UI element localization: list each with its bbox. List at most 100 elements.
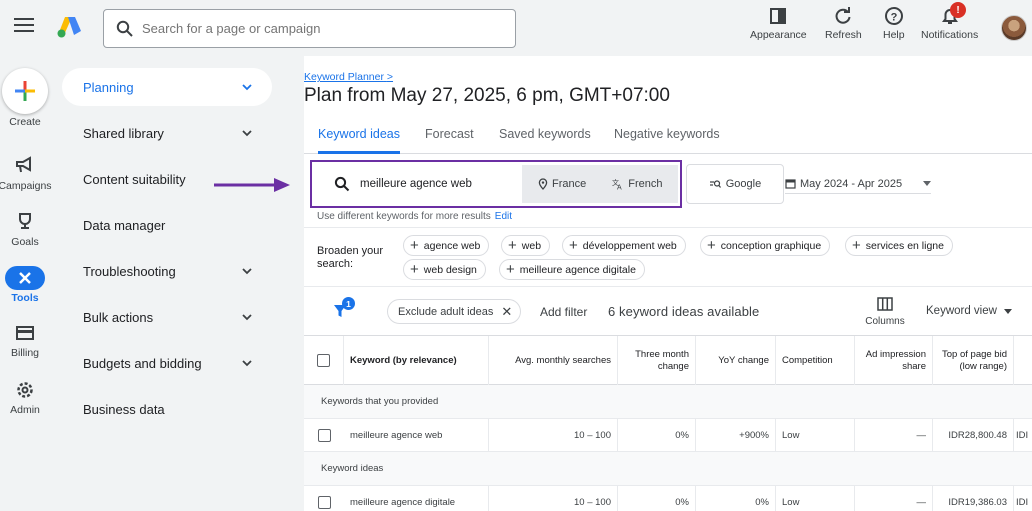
broaden-chip[interactable]: + web [501,235,551,256]
row-checkbox[interactable] [317,495,331,509]
tab-forecast[interactable]: Forecast [425,127,474,154]
google-ads-logo [57,17,81,38]
columns-button[interactable]: Columns [865,297,905,327]
cell-impression: — [855,486,933,511]
rail-billing-label: Billing [10,347,39,359]
nav-item-business-data[interactable]: Business data [62,390,272,428]
tab-keyword-ideas[interactable]: Keyword ideas [318,127,400,154]
tab-bar: Keyword ideas Forecast Saved keywords Ne… [304,120,1032,154]
keyword-view-selector[interactable]: Keyword view [926,305,1012,317]
select-all-checkbox[interactable] [317,354,330,367]
cell-yoy: +900% [696,419,776,451]
rail-item-tools[interactable]: Tools [0,266,50,304]
nav-item-planning[interactable]: Planning [62,68,272,106]
nav-item-label: Business data [83,401,165,417]
cell-bid-high-cut: IDI [1016,496,1029,508]
refresh-label: Refresh [825,29,862,41]
header-avg-searches[interactable]: Avg. monthly searches [489,336,618,385]
cell-three-month: 0% [618,419,696,451]
header-top-bid-low[interactable]: Top of page bid (low range) [933,336,1014,385]
header-competition[interactable]: Competition [776,336,855,385]
nav-item-data-manager[interactable]: Data manager [62,206,272,244]
header-ad-impression-share[interactable]: Ad impression share [855,336,933,385]
nav-item-bulk-actions[interactable]: Bulk actions [62,298,272,336]
help-icon: ? [884,7,903,25]
nav-item-troubleshooting[interactable]: Troubleshooting [62,252,272,290]
tab-saved-keywords[interactable]: Saved keywords [499,127,591,154]
notifications-button[interactable]: Notifications ! [921,2,978,41]
chevron-down-icon [242,84,252,91]
nav-item-label: Planning [83,79,134,95]
highlight-box [310,160,682,208]
plus-icon: + [569,237,578,254]
row-checkbox-cell [304,419,344,451]
breadcrumb-link[interactable]: Keyword Planner [304,71,384,83]
broaden-chip[interactable]: + web design [403,259,486,280]
table-header-row: Keyword (by relevance) Avg. monthly sear… [304,335,1032,385]
tab-negative-keywords[interactable]: Negative keywords [614,127,720,154]
date-range-label: May 2024 - Apr 2025 [800,177,903,190]
cell-avg-searches: 10 – 100 [489,486,618,511]
help-label: Help [883,29,905,41]
help-button[interactable]: ? Help [883,6,905,41]
broaden-chip[interactable]: + conception graphique [700,235,831,256]
cell-competition: Low [776,419,855,451]
nav-item-label: Troubleshooting [83,263,176,279]
plus-icon: + [852,237,861,254]
breadcrumb[interactable]: Keyword Planner > [304,71,393,83]
add-filter-button[interactable]: Add filter [540,305,587,319]
edit-link[interactable]: Edit [495,211,512,222]
broaden-chip[interactable]: + services en ligne [845,235,953,256]
global-search[interactable] [103,9,516,48]
hint-text: Use different keywords for more results [317,211,491,222]
cell-competition: Low [776,486,855,511]
broaden-chip[interactable]: + meilleure agence digitale [499,259,645,280]
header-yoy-change[interactable]: YoY change [696,336,776,385]
rail-item-campaigns[interactable]: Campaigns [0,156,52,192]
trophy-icon [19,213,31,229]
rail-create-label: Create [9,116,41,128]
filter-count-badge: 1 [342,297,355,310]
menu-icon[interactable] [14,18,34,34]
appearance-button[interactable]: Appearance [750,6,807,41]
nav-item-shared-library[interactable]: Shared library [62,114,272,152]
chip-label: Exclude adult ideas [398,305,494,318]
top-bar: Appearance Refresh ? Help Notifications … [0,0,1032,56]
chip-label: conception graphique [720,239,822,252]
chip-label: développement web [582,239,677,252]
chevron-down-icon [242,130,252,137]
header-three-month-change[interactable]: Three month change [618,336,696,385]
rail-admin-label: Admin [10,404,40,416]
cell-impression: — [855,419,933,451]
nav-item-label: Content suitability [83,171,186,187]
nav-item-budgets-and-bidding[interactable]: Budgets and bidding [62,344,272,382]
rail-item-admin[interactable]: Admin [0,380,50,416]
rail-item-goals[interactable]: Goals [0,212,50,248]
rail-item-billing[interactable]: Billing [0,325,50,359]
avatar[interactable] [1001,15,1027,41]
refresh-button[interactable]: Refresh [825,6,862,41]
row-checkbox[interactable] [317,428,331,442]
header-keyword[interactable]: Keyword (by relevance) [344,336,489,385]
cell-keyword: meilleure agence web [344,419,489,451]
broaden-chip[interactable]: + agence web [403,235,490,256]
chevron-down-icon [242,360,252,367]
tools-icon [19,272,31,284]
close-icon[interactable]: ✕ [501,304,512,320]
header-checkbox-cell [304,336,344,385]
chip-label: web [521,239,542,252]
global-search-input[interactable] [142,21,502,36]
network-selector[interactable]: Google [686,164,784,204]
calendar-icon [785,179,796,189]
plus-icon: + [410,261,419,278]
exclude-adult-chip[interactable]: Exclude adult ideas ✕ [387,299,522,324]
broaden-chip[interactable]: + développement web [562,235,686,256]
rail-create-label-wrap: Create [0,116,50,128]
columns-icon [877,297,893,311]
table-row[interactable]: meilleure agence digitale 10 – 100 0% 0%… [304,486,1032,511]
table-row[interactable]: meilleure agence web 10 – 100 0% +900% L… [304,419,1032,452]
chip-label: web design [423,263,477,276]
date-range-selector[interactable]: May 2024 - Apr 2025 [785,174,931,194]
cell-keyword: meilleure agence digitale [344,486,489,511]
create-button[interactable] [2,68,48,114]
